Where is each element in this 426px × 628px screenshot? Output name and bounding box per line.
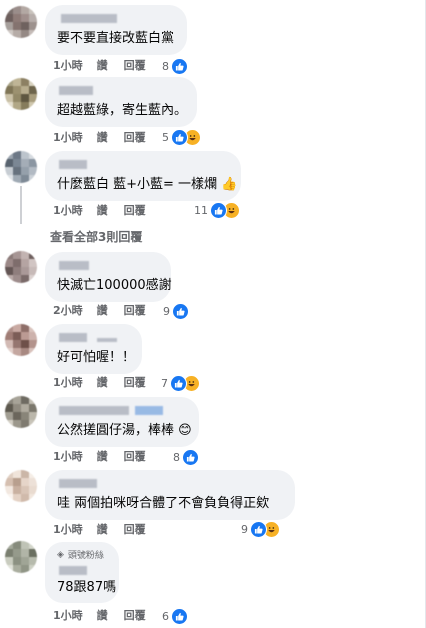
avatar[interactable] bbox=[5, 324, 37, 356]
commenter-name-blurred[interactable] bbox=[57, 12, 175, 25]
comment-text: 要不要直接改藍白黨 bbox=[57, 31, 175, 46]
avatar[interactable] bbox=[5, 6, 37, 38]
comment-time[interactable]: 1小時 bbox=[53, 59, 83, 72]
thumbs-up-emoji: 👍 bbox=[221, 177, 238, 192]
like-reaction-icon bbox=[182, 448, 199, 466]
comment-bubble: 什麼藍白 藍+小藍= 一樣爛 👍 bbox=[45, 151, 241, 201]
comment-actions: 1小時 讚 回覆 bbox=[53, 522, 162, 538]
comment-bubble: 哇 兩個拍咪呀合體了不會負負得正欸 bbox=[45, 470, 295, 520]
reply-link[interactable]: 回覆 bbox=[124, 450, 146, 463]
comment-bubble: 要不要直接改藍白黨 bbox=[45, 5, 187, 55]
like-link[interactable]: 讚 bbox=[97, 523, 108, 536]
comment-text: 78跟87嗎 bbox=[57, 580, 117, 595]
reply-link[interactable]: 回覆 bbox=[124, 59, 146, 72]
reply-link[interactable]: 回覆 bbox=[124, 204, 146, 217]
comment-time[interactable]: 1小時 bbox=[53, 376, 83, 389]
reaction-count: 8 bbox=[173, 450, 180, 464]
reaction-summary[interactable]: 8 bbox=[162, 57, 188, 75]
top-fan-badge: ◈ 頭號粉絲 bbox=[57, 549, 104, 562]
like-link[interactable]: 讚 bbox=[97, 131, 108, 144]
reaction-count: 6 bbox=[162, 609, 169, 623]
comment-text: 快滅亡100000感謝 bbox=[57, 278, 172, 293]
like-link[interactable]: 讚 bbox=[97, 304, 108, 317]
gem-icon: ◈ bbox=[57, 549, 64, 560]
avatar[interactable] bbox=[5, 151, 37, 183]
reply-link[interactable]: 回覆 bbox=[124, 131, 146, 144]
comment-text: 哇 兩個拍咪呀合體了不會負負得正欸 bbox=[57, 496, 270, 511]
reply-link[interactable]: 回覆 bbox=[124, 304, 146, 317]
comment-bubble: 公然搓圓仔湯，棒棒 😊 bbox=[45, 397, 199, 447]
reply-link[interactable]: 回覆 bbox=[124, 609, 146, 622]
reaction-summary[interactable]: 6 bbox=[162, 607, 188, 625]
comment-actions: 1小時 讚 回覆 bbox=[53, 58, 162, 74]
comment-actions: 2小時 讚 回覆 bbox=[53, 303, 162, 319]
avatar[interactable] bbox=[5, 396, 37, 428]
reaction-count: 8 bbox=[162, 59, 169, 73]
comment-text: 什麼藍白 藍+小藍= 一樣爛 👍 bbox=[57, 177, 238, 192]
comment-bubble: ◈ 頭號粉絲 78跟87嗎 bbox=[45, 542, 119, 603]
comment-bubble: 好可怕喔！！ bbox=[45, 324, 142, 374]
comment-actions: 1小時 讚 回覆 bbox=[53, 375, 162, 391]
like-reaction-icon bbox=[250, 520, 267, 538]
reaction-count: 7 bbox=[161, 376, 168, 390]
like-reaction-icon bbox=[171, 57, 188, 75]
avatar[interactable] bbox=[5, 541, 37, 573]
commenter-name-blurred[interactable] bbox=[57, 84, 185, 97]
comment-time[interactable]: 1小時 bbox=[53, 523, 83, 536]
commenter-name-blurred[interactable] bbox=[57, 477, 283, 490]
reaction-count: 11 bbox=[194, 203, 208, 217]
commenter-name-blurred[interactable] bbox=[57, 158, 229, 171]
commenter-name-blurred[interactable] bbox=[57, 259, 159, 272]
like-link[interactable]: 讚 bbox=[97, 609, 108, 622]
comment-text: 超越藍綠，寄生藍內。 bbox=[57, 103, 188, 118]
reaction-summary[interactable]: 9 bbox=[241, 520, 280, 538]
avatar[interactable] bbox=[5, 470, 37, 502]
avatar[interactable] bbox=[5, 78, 37, 110]
comment-bubble: 快滅亡100000感謝 bbox=[45, 252, 172, 302]
reaction-count: 9 bbox=[163, 304, 170, 318]
comment-actions: 1小時 讚 回覆 bbox=[53, 130, 162, 146]
reply-link[interactable]: 回覆 bbox=[124, 523, 146, 536]
comment-text: 好可怕喔！！ bbox=[57, 350, 136, 365]
reaction-summary[interactable]: 11 bbox=[194, 201, 240, 219]
reaction-count: 5 bbox=[162, 130, 169, 144]
like-reaction-icon bbox=[171, 607, 188, 625]
reaction-summary[interactable]: 5 bbox=[162, 128, 201, 146]
reply-thread-line bbox=[20, 186, 22, 224]
reaction-summary[interactable]: 7 bbox=[161, 374, 200, 392]
commenter-name-blurred[interactable] bbox=[57, 404, 187, 417]
comment-time[interactable]: 1小時 bbox=[53, 450, 83, 463]
comment-actions: 1小時 讚 回覆 bbox=[53, 608, 162, 624]
like-link[interactable]: 讚 bbox=[97, 376, 108, 389]
reply-link[interactable]: 回覆 bbox=[124, 376, 146, 389]
like-reaction-icon bbox=[171, 128, 188, 146]
commenter-name-blurred[interactable] bbox=[57, 564, 107, 577]
comment-time[interactable]: 1小時 bbox=[53, 204, 83, 217]
avatar[interactable] bbox=[5, 251, 37, 283]
view-more-replies-link[interactable]: 查看全部3則回覆 bbox=[50, 228, 142, 245]
comment-actions: 1小時 讚 回覆 bbox=[53, 203, 162, 219]
comment-text: 公然搓圓仔湯，棒棒 😊 bbox=[57, 423, 192, 438]
comment-time[interactable]: 2小時 bbox=[53, 304, 83, 317]
commenter-name-blurred[interactable] bbox=[57, 331, 130, 344]
comment-time[interactable]: 1小時 bbox=[53, 131, 83, 144]
comment-time[interactable]: 1小時 bbox=[53, 609, 83, 622]
like-reaction-icon bbox=[170, 374, 187, 392]
like-link[interactable]: 讚 bbox=[97, 450, 108, 463]
reaction-summary[interactable]: 9 bbox=[163, 302, 189, 320]
like-link[interactable]: 讚 bbox=[97, 59, 108, 72]
like-reaction-icon bbox=[210, 201, 227, 219]
comment-bubble: 超越藍綠，寄生藍內。 bbox=[45, 77, 197, 127]
like-reaction-icon bbox=[172, 302, 189, 320]
smile-emoji: 😊 bbox=[178, 423, 192, 438]
reaction-count: 9 bbox=[241, 522, 248, 536]
comment-actions: 1小時 讚 回覆 bbox=[53, 449, 162, 465]
like-link[interactable]: 讚 bbox=[97, 204, 108, 217]
reaction-summary[interactable]: 8 bbox=[173, 448, 199, 466]
